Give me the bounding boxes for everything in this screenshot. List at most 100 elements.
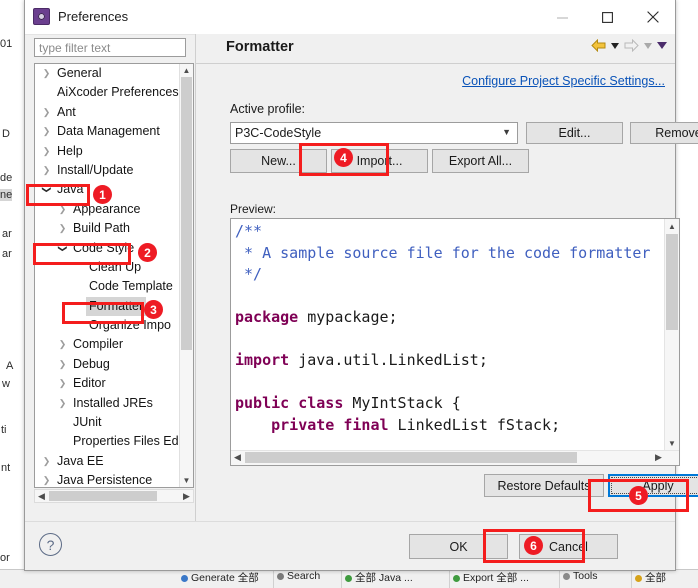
chevron-right-icon[interactable]: ❯ [41,471,52,487]
export-all-button[interactable]: Export All... [432,149,529,173]
chevron-right-icon[interactable]: ❯ [41,103,52,122]
sidebar-item-organize-impo[interactable]: Organize Impo [35,316,181,335]
active-profile-select[interactable]: P3C-CodeStyle ▼ [230,122,518,144]
chevron-right-icon[interactable]: ❯ [57,200,68,219]
sidebar-item-label: Compiler [73,337,124,352]
chevron-right-icon[interactable]: ❯ [57,374,68,393]
sidebar: type filter text ❯ General AiXcoder Prefer… [25,34,195,522]
code-line: package mypackage; [235,307,650,329]
history-nav [591,39,667,52]
chevron-down-icon[interactable]: ❯ [53,243,72,254]
scroll-left-icon[interactable]: ◀ [35,490,48,502]
scroll-right-icon[interactable]: ▶ [652,451,665,464]
scroll-thumb-horizontal[interactable] [49,491,157,501]
tree-horizontal-scrollbar[interactable]: ◀ ▶ [34,489,194,503]
chevron-right-icon[interactable]: ❯ [57,335,68,354]
scroll-up-icon[interactable]: ▲ [665,219,679,233]
sidebar-item-properties-files-ed[interactable]: Properties Files Ed [35,432,181,451]
preview-code: /** * A sample source file for the code … [235,221,650,436]
sidebar-item-ant[interactable]: ❯ Ant [35,103,181,122]
chevron-right-icon[interactable]: ❯ [41,122,52,141]
chevron-right-icon[interactable]: ❯ [57,219,68,238]
ide-toolbar-item[interactable]: Search [274,570,342,588]
tree-vertical-scrollbar[interactable]: ▲ ▼ [179,64,193,487]
code-comment: * A sample source file for the code form… [235,243,651,262]
sidebar-item-editor[interactable]: ❯ Editor [35,374,181,393]
ide-toolbar-item[interactable]: Generate 全部 [178,570,274,588]
active-profile-value: P3C-CodeStyle [235,126,322,140]
code-keyword: import [235,351,290,369]
view-menu-icon[interactable] [657,42,667,49]
dialog-footer: ? OK Cancel [25,521,675,570]
search-input[interactable]: type filter text [34,38,186,57]
sidebar-item-data-management[interactable]: ❯ Data Management [35,122,181,141]
scroll-down-icon[interactable]: ▼ [180,474,193,487]
restore-defaults-button[interactable]: Restore Defaults [484,474,604,497]
ide-toolbar-item[interactable]: 全部 [632,570,698,588]
sidebar-item-aixcoder-preferences[interactable]: AiXcoder Preferences [35,83,181,102]
back-dropdown-icon[interactable] [611,42,619,49]
chevron-right-icon[interactable]: ❯ [41,142,52,161]
sidebar-item-help[interactable]: ❯ Help [35,142,181,161]
forward-dropdown-icon [644,42,652,49]
scroll-left-icon[interactable]: ◀ [231,451,244,464]
help-icon[interactable]: ? [39,533,62,556]
sidebar-item-label: Java EE [57,453,104,468]
sidebar-item-label: Organize Impo [89,318,171,333]
apply-button[interactable]: Apply [608,474,698,497]
annotation-number-2: 2 [138,243,157,262]
ide-toolbar-item[interactable]: Tools [560,570,632,588]
scroll-down-icon[interactable]: ▼ [665,436,679,450]
sidebar-item-debug[interactable]: ❯ Debug [35,355,181,374]
sidebar-item-junit[interactable]: JUnit [35,413,181,432]
close-icon[interactable] [630,0,675,34]
new-button[interactable]: New... [230,149,327,173]
annotation-number-1: 1 [93,185,112,204]
sidebar-item-java-ee[interactable]: ❯ Java EE [35,452,181,471]
configure-project-specific-settings-link[interactable]: Configure Project Specific Settings... [462,74,665,88]
scroll-thumb[interactable] [181,77,192,350]
chevron-right-icon[interactable]: ❯ [57,355,68,374]
preferences-tree[interactable]: ❯ General AiXcoder Preferences ❯ Ant ❯ Data Ma… [34,63,194,488]
sidebar-item-code-template[interactable]: Code Template [35,277,181,296]
chevron-right-icon[interactable]: ❯ [41,161,52,180]
ide-toolbar-item[interactable]: Export 全部 ... [450,570,560,588]
sidebar-item-java-persistence[interactable]: ❯ Java Persistence [35,471,181,488]
scroll-thumb-horizontal[interactable] [245,452,577,463]
maximize-icon[interactable] [585,0,630,34]
scroll-right-icon[interactable]: ▶ [180,490,193,502]
chevron-right-icon[interactable]: ❯ [57,394,68,413]
sidebar-item-installed-jres[interactable]: ❯ Installed JREs [35,394,181,413]
sidebar-item-build-path[interactable]: ❯ Build Path [35,219,181,238]
scroll-thumb[interactable] [666,234,678,330]
scroll-up-icon[interactable]: ▲ [180,64,193,77]
sidebar-item-install-update[interactable]: ❯ Install/Update [35,161,181,180]
package-icon [635,574,642,582]
sidebar-item-clean-up[interactable]: Clean Up [35,258,181,277]
green-tree-icon [345,574,352,582]
edit-button[interactable]: Edit... [526,122,623,144]
annotation-number-4: 4 [334,148,353,167]
preview-horizontal-scrollbar[interactable]: ◀ ▶ [231,450,679,465]
sidebar-item-compiler[interactable]: ❯ Compiler [35,335,181,354]
remove-button[interactable]: Remove [630,122,698,144]
preview-pane[interactable]: /** * A sample source file for the code … [230,218,680,466]
chevron-right-icon[interactable]: ❯ [41,64,52,83]
sidebar-item-general[interactable]: ❯ General [35,64,181,83]
bg-fragment: de [0,172,13,184]
back-arrow-icon[interactable] [591,39,606,52]
sidebar-item-label: Java Persistence [57,473,153,488]
minimize-icon[interactable] [540,0,585,34]
sidebar-item-appearance[interactable]: ❯ Appearance [35,200,181,219]
ok-button[interactable]: OK [409,534,508,559]
ide-background-left-strip [0,0,24,588]
sidebar-item-code-style[interactable]: ❯ Code Style [35,239,181,258]
chevron-down-icon[interactable]: ❯ [37,185,56,196]
chevron-right-icon[interactable]: ❯ [41,452,52,471]
bg-fragment: nt [1,462,11,474]
bg-fragment: 01 [0,38,13,50]
preview-vertical-scrollbar[interactable]: ▲ ▼ [664,219,679,465]
main-panel: Formatter Configure Project Specific Set… [195,34,698,522]
ide-toolbar-item[interactable]: 全部 Java ... [342,570,450,588]
